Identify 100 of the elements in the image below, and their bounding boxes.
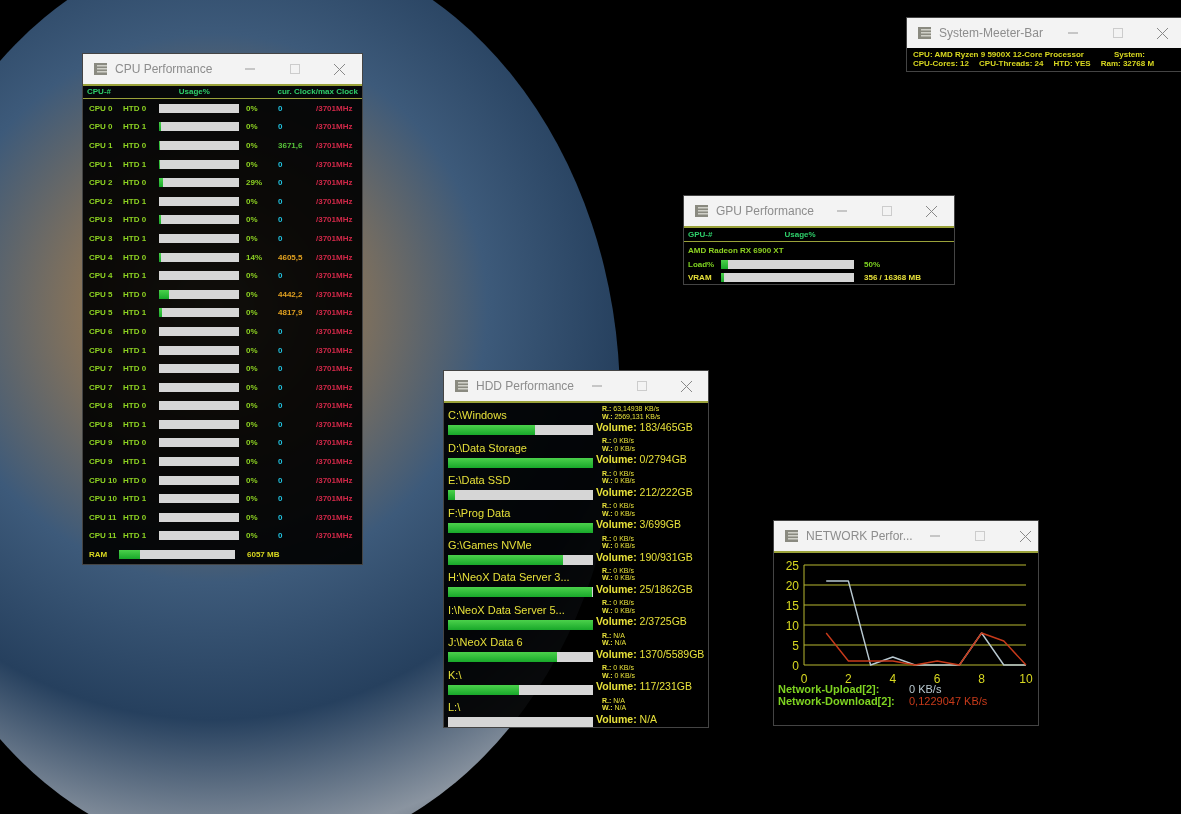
column-header: cur. Clock/max Clock	[277, 86, 358, 97]
maximize-icon	[289, 64, 300, 74]
y-tick-label: 20	[785, 579, 799, 593]
max-clock-value: /3701MHz	[316, 159, 353, 169]
window-title: System-Meeter-Bar	[939, 26, 1044, 40]
clock-value: 0	[278, 531, 284, 541]
cpu-label: CPU 10	[89, 494, 118, 504]
clock-value: 0	[278, 494, 284, 504]
thread-label: HTD 0	[123, 103, 148, 113]
ram-value: 6057 MB	[247, 550, 280, 560]
drive-name: E:\Data SSD	[448, 474, 512, 488]
x-tick-label: 6	[933, 672, 941, 683]
max-clock-value: /3701MHz	[316, 401, 353, 411]
drive-name: F:\Prog Data	[448, 506, 512, 520]
clock-value: 0	[278, 178, 284, 188]
window-title: HDD Performance	[476, 379, 575, 393]
max-clock-value: /3701MHz	[316, 196, 353, 206]
clock-value: 0	[278, 326, 284, 336]
clock-value: 0	[278, 512, 284, 522]
legend-label: Network-Upload[2]:	[778, 683, 881, 695]
volume-text: Volume: N/A	[596, 711, 658, 727]
thread-label: HTD 1	[123, 457, 148, 467]
system-info-text: Ram: 32768 M	[1100, 59, 1155, 68]
y-tick-label: 5	[792, 639, 799, 653]
clock-value: 4442,2	[278, 289, 304, 299]
thread-label: HTD 1	[123, 531, 148, 541]
max-clock-value: /3701MHz	[316, 512, 353, 522]
cpu-label: CPU 6	[89, 345, 114, 355]
drive-name: L:\	[448, 700, 462, 714]
usage-value: 0%	[246, 308, 259, 318]
clock-value: 0	[278, 364, 284, 374]
column-header: GPU-#	[688, 229, 713, 240]
thread-label: HTD 1	[123, 382, 148, 392]
max-clock-value: /3701MHz	[316, 345, 353, 355]
maximize-icon	[1112, 28, 1123, 38]
usage-value: 0%	[246, 215, 259, 225]
cpu-label: CPU 5	[89, 289, 114, 299]
max-clock-value: /3701MHz	[316, 475, 353, 485]
max-clock-value: /3701MHz	[316, 252, 353, 262]
legend-label: Network-Download[2]:	[778, 695, 896, 707]
thread-label: HTD 0	[123, 512, 148, 522]
max-clock-value: /3701MHz	[316, 457, 353, 467]
cpu-label: CPU 1	[89, 159, 114, 169]
thread-label: HTD 0	[123, 364, 148, 374]
clock-value: 0	[278, 382, 284, 392]
thread-label: HTD 1	[123, 233, 148, 243]
window-title: GPU Performance	[716, 204, 815, 218]
clock-value: 0	[278, 345, 284, 355]
cpu-label: CPU 7	[89, 382, 114, 392]
gpu-metric-label: Load%	[688, 260, 716, 269]
max-clock-value: /3701MHz	[316, 382, 353, 392]
usage-value: 0%	[246, 364, 259, 374]
usage-value: 0%	[246, 419, 259, 429]
clock-value: 0	[278, 103, 284, 113]
usage-value: 0%	[246, 196, 259, 206]
system-info-text: CPU-Cores: 12	[913, 59, 969, 68]
volume-text: Volume: 3/699GB	[596, 517, 682, 533]
gpu-name: AMD Radeon RX 6900 XT	[687, 245, 785, 257]
close-icon	[1157, 27, 1168, 39]
window-title: NETWORK Perfor...	[806, 529, 913, 543]
traffic-value: 0 KB/s	[909, 683, 942, 695]
max-clock-value: /3701MHz	[316, 438, 353, 448]
app-icon	[454, 378, 470, 394]
usage-value: 0%	[246, 159, 259, 169]
volume-text: Volume: 2/3725GB	[596, 614, 687, 630]
max-clock-value: /3701MHz	[316, 419, 353, 429]
clock-value: 0	[278, 438, 284, 448]
volume-text: Volume: 25/1862GB	[596, 581, 693, 597]
clock-value: 0	[278, 457, 284, 467]
clock-value: 0	[278, 159, 284, 169]
drive-name: H:\NeoX Data Server 3...	[448, 571, 571, 585]
usage-value: 0%	[246, 233, 259, 243]
max-clock-value: /3701MHz	[316, 141, 353, 150]
clock-value: 0	[278, 233, 284, 243]
volume-text: Volume: 0/2794GB	[596, 452, 687, 468]
max-clock-value: /3701MHz	[316, 494, 353, 504]
usage-value: 0%	[246, 494, 259, 504]
thread-label: HTD 0	[123, 438, 148, 448]
traffic-value: 0,1229047 KB/s	[909, 695, 988, 707]
usage-value: 0%	[246, 326, 259, 336]
cpu-label: CPU 4	[89, 252, 114, 262]
x-tick-label: 0	[800, 672, 808, 683]
usage-value: 0%	[246, 531, 259, 541]
clock-value: 0	[278, 271, 284, 281]
x-tick-label: 2	[845, 672, 852, 683]
maximize-icon	[975, 531, 986, 541]
max-clock-value: /3701MHz	[316, 103, 353, 113]
app-icon	[784, 528, 800, 544]
usage-value: 29%	[246, 178, 263, 188]
cpu-label: CPU 0	[89, 103, 114, 113]
gpu-metric-value: 50%	[864, 260, 880, 269]
cpu-label: CPU 4	[89, 271, 114, 281]
max-clock-value: /3701MHz	[316, 271, 353, 281]
cpu-label: CPU 5	[89, 308, 114, 318]
clock-value: 0	[278, 196, 284, 206]
max-clock-value: /3701MHz	[316, 122, 353, 132]
usage-value: 0%	[246, 382, 259, 392]
close-icon	[334, 63, 345, 75]
system-info-text: HTD: YES	[1053, 59, 1091, 68]
max-clock-value: /3701MHz	[316, 364, 353, 374]
